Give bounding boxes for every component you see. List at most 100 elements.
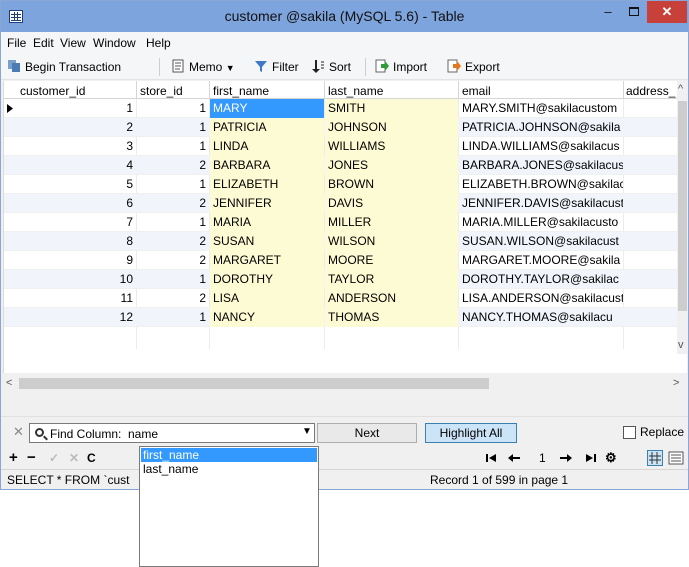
table-row[interactable]: 8 2 SUSAN WILSON SUSAN.WILSON@sakilacust bbox=[4, 232, 678, 251]
cell-customer-id[interactable]: 5 bbox=[18, 175, 136, 194]
cell-store-id[interactable]: 1 bbox=[137, 137, 209, 156]
cell-first-name[interactable]: LINDA bbox=[210, 137, 324, 156]
cell-store-id[interactable]: 1 bbox=[137, 175, 209, 194]
cell-store-id[interactable]: 2 bbox=[137, 232, 209, 251]
data-grid[interactable]: customer_id store_id first_name last_nam… bbox=[3, 81, 687, 373]
close-find-icon[interactable]: ✕ bbox=[13, 424, 24, 440]
column-divider[interactable] bbox=[209, 81, 210, 99]
cell-customer-id[interactable]: 12 bbox=[18, 308, 136, 327]
table-row[interactable]: 12 1 NANCY THOMAS NANCY.THOMAS@sakilacu bbox=[4, 308, 678, 327]
cell-first-name[interactable]: ELIZABETH bbox=[210, 175, 324, 194]
cell-last-name[interactable]: JONES bbox=[325, 156, 458, 175]
column-header-email[interactable]: email bbox=[462, 84, 491, 98]
delete-record-icon[interactable]: − bbox=[27, 449, 36, 466]
cell-email[interactable]: ELIZABETH.BROWN@sakilac bbox=[459, 175, 623, 194]
title-bar[interactable]: customer @sakila (MySQL 5.6) - Table – ✕ bbox=[1, 1, 688, 32]
scroll-right-icon[interactable]: > bbox=[673, 377, 679, 389]
cell-first-name[interactable]: PATRICIA bbox=[210, 118, 324, 137]
cell-last-name[interactable]: TAYLOR bbox=[325, 270, 458, 289]
cell-last-name[interactable]: MILLER bbox=[325, 213, 458, 232]
cell-store-id[interactable]: 1 bbox=[137, 118, 209, 137]
cell-store-id[interactable]: 1 bbox=[137, 213, 209, 232]
cell-first-name[interactable]: MARIA bbox=[210, 213, 324, 232]
replace-checkbox[interactable] bbox=[623, 426, 636, 439]
next-page-icon[interactable] bbox=[559, 452, 573, 464]
column-divider[interactable] bbox=[136, 81, 137, 99]
page-number[interactable]: 1 bbox=[539, 451, 546, 465]
column-divider[interactable] bbox=[458, 81, 459, 99]
cell-store-id[interactable]: 2 bbox=[137, 251, 209, 270]
table-row[interactable]: 4 2 BARBARA JONES BARBARA.JONES@sakilacu… bbox=[4, 156, 678, 175]
minimize-button[interactable]: – bbox=[595, 1, 621, 23]
cell-email[interactable]: LISA.ANDERSON@sakilacust bbox=[459, 289, 623, 308]
suggestion-first-name[interactable]: first_name bbox=[141, 448, 317, 462]
refresh-icon[interactable]: C bbox=[87, 451, 96, 465]
find-column-input[interactable]: name bbox=[128, 427, 158, 441]
cell-customer-id[interactable]: 1 bbox=[18, 99, 136, 118]
horizontal-scrollbar[interactable]: < > bbox=[1, 374, 687, 393]
table-row[interactable]: 2 1 PATRICIA JOHNSON PATRICIA.JOHNSON@sa… bbox=[4, 118, 678, 137]
cell-last-name[interactable]: DAVIS bbox=[325, 194, 458, 213]
cell-first-name[interactable]: DOROTHY bbox=[210, 270, 324, 289]
column-header-first-name[interactable]: first_name bbox=[213, 84, 269, 98]
maximize-button[interactable] bbox=[621, 1, 647, 23]
column-header-address-id[interactable]: address_i bbox=[626, 84, 676, 98]
cell-first-name[interactable]: JENNIFER bbox=[210, 194, 324, 213]
cell-customer-id[interactable]: 10 bbox=[18, 270, 136, 289]
cell-store-id[interactable]: 2 bbox=[137, 156, 209, 175]
vertical-scrollbar[interactable]: ^ v bbox=[677, 81, 687, 354]
form-view-icon[interactable] bbox=[668, 450, 684, 466]
cell-customer-id[interactable]: 3 bbox=[18, 137, 136, 156]
cell-email[interactable]: MARGARET.MOORE@sakila bbox=[459, 251, 623, 270]
cell-last-name[interactable]: WILLIAMS bbox=[325, 137, 458, 156]
menu-view[interactable]: View bbox=[60, 36, 86, 50]
cell-customer-id[interactable]: 11 bbox=[18, 289, 136, 308]
horizontal-scroll-thumb[interactable] bbox=[19, 378, 489, 389]
grid-view-icon[interactable] bbox=[647, 450, 663, 466]
import-button[interactable]: Import bbox=[375, 59, 427, 74]
menu-edit[interactable]: Edit bbox=[33, 36, 54, 50]
cell-last-name[interactable]: SMITH bbox=[325, 99, 458, 118]
apply-icon[interactable]: ✓ bbox=[49, 451, 59, 465]
cell-customer-id[interactable]: 2 bbox=[18, 118, 136, 137]
column-header-customer-id[interactable]: customer_id bbox=[20, 84, 85, 98]
cell-store-id[interactable]: 2 bbox=[137, 289, 209, 308]
cell-email[interactable]: SUSAN.WILSON@sakilacust bbox=[459, 232, 623, 251]
column-divider[interactable] bbox=[623, 81, 624, 99]
first-page-icon[interactable] bbox=[485, 452, 497, 464]
cell-customer-id[interactable]: 7 bbox=[18, 213, 136, 232]
table-row[interactable]: 11 2 LISA ANDERSON LISA.ANDERSON@sakilac… bbox=[4, 289, 678, 308]
cell-email[interactable]: JENNIFER.DAVIS@sakilacust bbox=[459, 194, 623, 213]
last-page-icon[interactable] bbox=[585, 452, 597, 464]
cell-last-name[interactable]: MOORE bbox=[325, 251, 458, 270]
table-row[interactable]: 6 2 JENNIFER DAVIS JENNIFER.DAVIS@sakila… bbox=[4, 194, 678, 213]
find-column-field[interactable]: Find Column: name ▼ bbox=[29, 423, 315, 443]
cell-first-name[interactable]: SUSAN bbox=[210, 232, 324, 251]
column-header-last-name[interactable]: last_name bbox=[328, 84, 383, 98]
next-button[interactable]: Next bbox=[317, 423, 417, 443]
cell-first-name[interactable]: LISA bbox=[210, 289, 324, 308]
menu-help[interactable]: Help bbox=[146, 36, 171, 50]
column-divider[interactable] bbox=[324, 81, 325, 99]
cell-first-name[interactable]: MARY bbox=[210, 99, 324, 118]
cell-last-name[interactable]: WILSON bbox=[325, 232, 458, 251]
begin-transaction-button[interactable]: Begin Transaction bbox=[7, 59, 121, 74]
previous-page-icon[interactable] bbox=[507, 452, 521, 464]
cell-store-id[interactable]: 1 bbox=[137, 99, 209, 118]
cell-customer-id[interactable]: 8 bbox=[18, 232, 136, 251]
table-row[interactable]: 10 1 DOROTHY TAYLOR DOROTHY.TAYLOR@sakil… bbox=[4, 270, 678, 289]
cell-store-id[interactable]: 1 bbox=[137, 308, 209, 327]
table-row[interactable]: 3 1 LINDA WILLIAMS LINDA.WILLIAMS@sakila… bbox=[4, 137, 678, 156]
export-button[interactable]: Export bbox=[447, 59, 500, 74]
cell-customer-id[interactable]: 6 bbox=[18, 194, 136, 213]
cell-last-name[interactable]: THOMAS bbox=[325, 308, 458, 327]
cell-store-id[interactable]: 2 bbox=[137, 194, 209, 213]
cell-store-id[interactable]: 1 bbox=[137, 270, 209, 289]
cell-first-name[interactable]: BARBARA bbox=[210, 156, 324, 175]
chevron-down-icon[interactable]: ▼ bbox=[302, 426, 312, 437]
table-row[interactable]: 5 1 ELIZABETH BROWN ELIZABETH.BROWN@saki… bbox=[4, 175, 678, 194]
cell-email[interactable]: LINDA.WILLIAMS@sakilacus bbox=[459, 137, 623, 156]
cell-email[interactable]: DOROTHY.TAYLOR@sakilac bbox=[459, 270, 623, 289]
cell-email[interactable]: PATRICIA.JOHNSON@sakila bbox=[459, 118, 623, 137]
table-row[interactable]: 1 1 MARY SMITH MARY.SMITH@sakilacustom bbox=[4, 99, 678, 118]
